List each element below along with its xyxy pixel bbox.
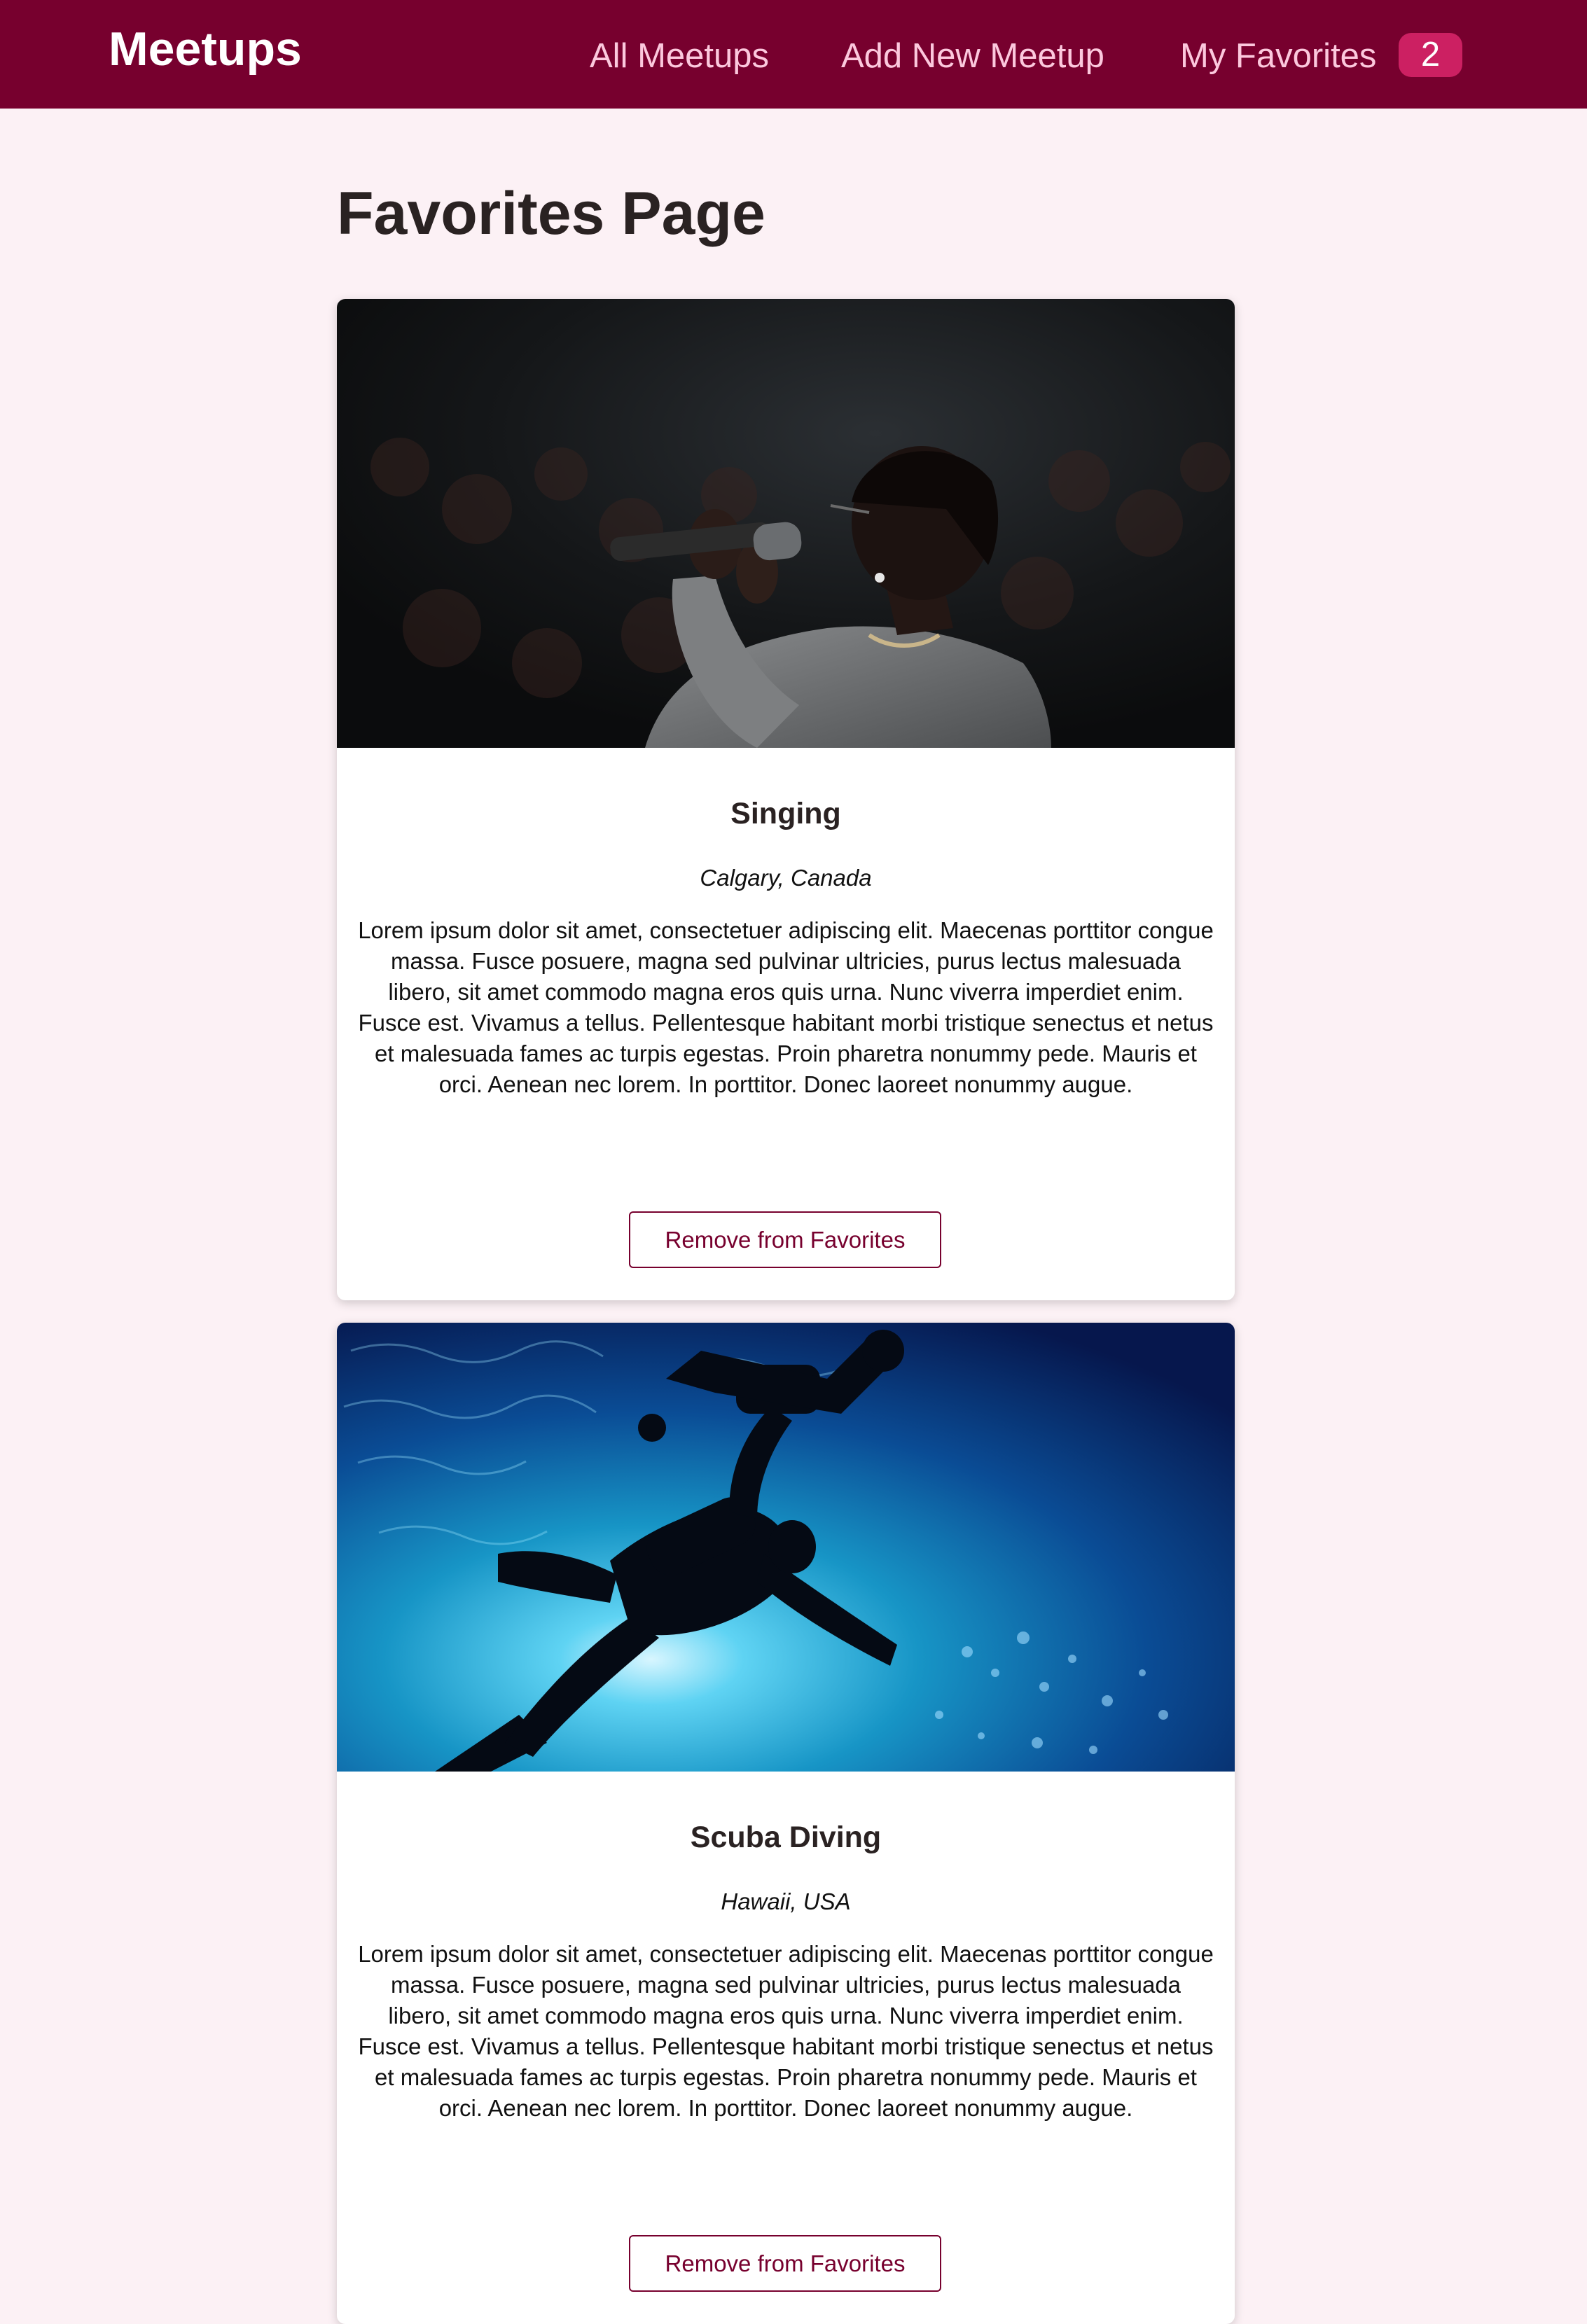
meetup-image	[337, 299, 1235, 748]
remove-from-favorites-button[interactable]: Remove from Favorites	[629, 2235, 941, 2292]
remove-from-favorites-button[interactable]: Remove from Favorites	[629, 1211, 941, 1268]
scuba-photo	[337, 1323, 1235, 1772]
singer-photo	[337, 299, 1235, 748]
meetup-location: Hawaii, USA	[721, 1888, 851, 1914]
meetup-card: Scuba Diving Hawaii, USA Lorem ipsum dol…	[337, 1323, 1235, 2324]
meetup-title: Singing	[730, 797, 841, 830]
meetup-description: Lorem ipsum dolor sit amet, consectetuer…	[358, 917, 1214, 1097]
meetup-description: Lorem ipsum dolor sit amet, consectetuer…	[358, 1941, 1214, 2121]
main-header: Meetups All Meetups Add New Meetup My Fa…	[0, 0, 1587, 109]
nav-my-favorites[interactable]: My Favorites	[1180, 35, 1376, 77]
nav-all-meetups[interactable]: All Meetups	[590, 35, 769, 77]
main-nav: All Meetups Add New Meetup My Favorites …	[0, 33, 1587, 77]
meetup-location: Calgary, Canada	[700, 865, 872, 891]
meetup-card: Singing Calgary, Canada Lorem ipsum dolo…	[337, 299, 1235, 1300]
meetup-title: Scuba Diving	[690, 1821, 882, 1854]
nav-add-new-meetup[interactable]: Add New Meetup	[841, 35, 1104, 77]
page-title: Favorites Page	[337, 180, 765, 247]
meetup-image	[337, 1323, 1235, 1772]
favorites-count-badge[interactable]: 2	[1399, 33, 1462, 77]
